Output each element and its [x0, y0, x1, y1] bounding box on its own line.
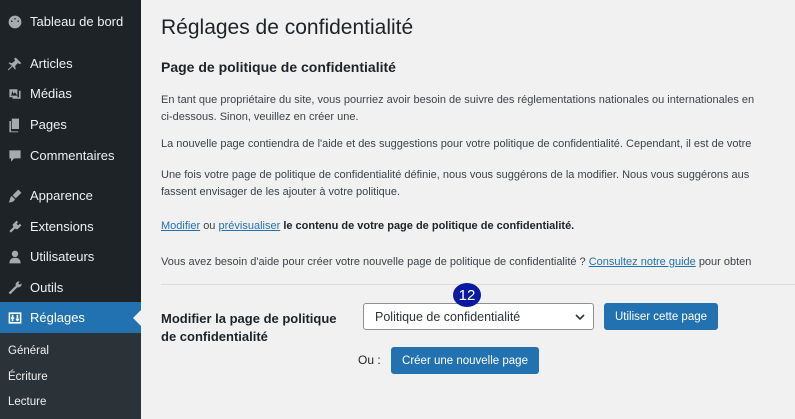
chevron-down-icon	[575, 314, 585, 321]
select-value: Politique de confidentialité	[375, 309, 521, 324]
help-text: Vous avez besoin d'aide pour créer votre…	[161, 256, 586, 268]
use-this-page-button[interactable]: Utiliser cette page	[604, 303, 718, 330]
sidebar-item-label: Utilisateurs	[30, 249, 95, 264]
pin-icon	[6, 55, 23, 72]
appearance-icon	[6, 187, 23, 204]
or-word: ou	[203, 220, 216, 232]
create-new-page-button[interactable]: Créer une nouvelle page	[391, 347, 539, 374]
sidebar-item-appearance[interactable]: Apparence	[0, 180, 141, 211]
tools-icon	[6, 279, 23, 296]
pages-icon	[6, 116, 23, 133]
intro-line-2: ci-dessous. Sinon, veuillez en créer une…	[161, 111, 359, 123]
edit-preview-line: Modifier ou prévisualiser le contenu de …	[161, 218, 574, 235]
suggestion-paragraph: Une fois votre page de politique de conf…	[161, 167, 749, 201]
or-label: Ou :	[358, 353, 381, 367]
intro-paragraph: En tant que propriétaire du site, vous p…	[161, 92, 754, 126]
sidebar-item-comments[interactable]: Commentaires	[0, 140, 141, 171]
help-line: Vous avez besoin d'aide pour créer votre…	[161, 254, 751, 271]
preview-link[interactable]: prévisualiser	[219, 220, 281, 232]
sidebar-item-label: Outils	[30, 280, 64, 295]
section-title: Page de politique de confidentialité	[161, 59, 396, 75]
settings-icon	[6, 309, 23, 326]
main-content: Réglages de confidentialité Page de poli…	[161, 0, 795, 419]
sidebar-item-plugins[interactable]: Extensions	[0, 211, 141, 242]
step-number-badge: 12	[453, 283, 481, 307]
help-rest: pour obten	[698, 256, 752, 268]
suggestion-line-1: Une fois votre page de politique de conf…	[161, 169, 750, 181]
admin-sidebar: Tableau de bord Articles Médias Pages Co…	[0, 0, 141, 419]
sidebar-item-label: Articles	[30, 56, 73, 71]
sidebar-item-media[interactable]: Médias	[0, 78, 141, 109]
sidebar-item-users[interactable]: Utilisateurs	[0, 241, 141, 272]
sidebar-item-articles[interactable]: Articles	[0, 48, 141, 79]
edit-preview-rest: le contenu de votre page de politique de…	[283, 220, 575, 232]
sidebar-item-label: Médias	[30, 86, 72, 101]
sidebar-item-label: Extensions	[30, 219, 94, 234]
guide-link[interactable]: Consultez notre guide	[589, 256, 696, 268]
suggestion-line-2: fassent envisager de les ajouter à votre…	[161, 186, 401, 198]
dashboard-icon	[6, 13, 23, 30]
media-icon	[6, 85, 23, 102]
submenu-item-writing[interactable]: Écriture	[8, 371, 48, 383]
submenu-item-general[interactable]: Général	[8, 345, 49, 357]
sidebar-item-label: Pages	[30, 117, 67, 132]
section-divider	[161, 284, 795, 285]
submenu-item-reading[interactable]: Lecture	[8, 396, 46, 408]
intro-line-1: En tant que propriétaire du site, vous p…	[161, 94, 755, 106]
settings-submenu: Général Écriture Lecture	[0, 333, 141, 419]
sidebar-item-settings[interactable]: Réglages	[0, 302, 141, 333]
new-page-paragraph: La nouvelle page contiendra de l'aide et…	[161, 138, 752, 150]
comments-icon	[6, 147, 23, 164]
sidebar-item-label: Tableau de bord	[30, 14, 124, 29]
privacy-page-label: Modifier la page de politique de confide…	[161, 311, 337, 344]
sidebar-item-label: Apparence	[30, 188, 93, 203]
privacy-page-select[interactable]: Politique de confidentialité	[363, 303, 594, 330]
sidebar-item-pages[interactable]: Pages	[0, 109, 141, 140]
sidebar-item-dashboard[interactable]: Tableau de bord	[0, 6, 141, 37]
edit-link[interactable]: Modifier	[161, 220, 200, 232]
sidebar-item-label: Réglages	[30, 310, 85, 325]
users-icon	[6, 248, 23, 265]
sidebar-item-label: Commentaires	[30, 148, 115, 163]
page-title: Réglages de confidentialité	[161, 16, 414, 39]
plugins-icon	[6, 218, 23, 235]
sidebar-item-tools[interactable]: Outils	[0, 272, 141, 303]
